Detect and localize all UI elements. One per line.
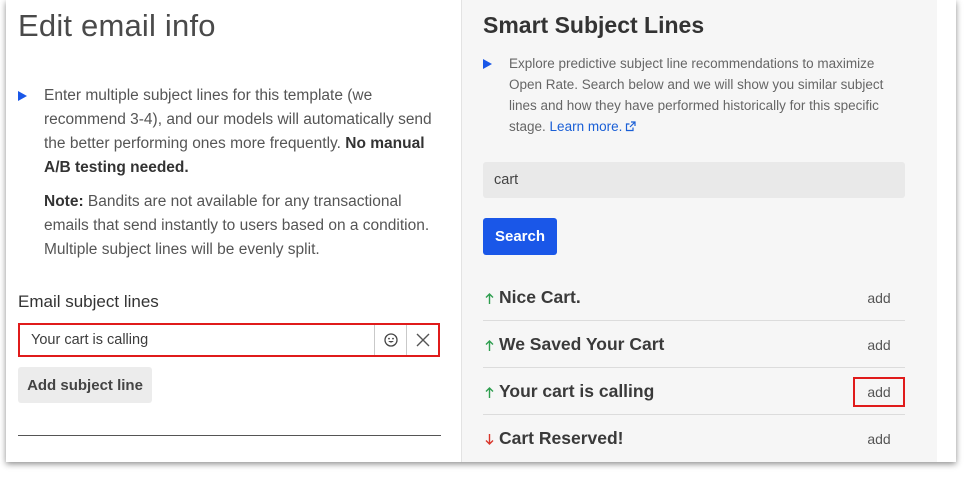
result-text: Nice Cart. bbox=[499, 287, 581, 307]
play-bullet-icon bbox=[18, 91, 27, 101]
arrow-down-icon bbox=[485, 434, 494, 445]
emoji-icon bbox=[383, 333, 398, 347]
close-icon bbox=[416, 333, 429, 347]
play-bullet-icon bbox=[483, 59, 492, 69]
note-paragraph: Note: Bandits are not available for any … bbox=[44, 190, 444, 262]
subject-lines-label: Email subject lines bbox=[18, 292, 159, 311]
add-button[interactable]: add bbox=[853, 283, 905, 313]
arrow-up-icon bbox=[485, 293, 494, 304]
search-input[interactable] bbox=[483, 162, 905, 198]
panel-title: Smart Subject Lines bbox=[483, 12, 705, 38]
smart-subject-lines-panel: Smart Subject Lines Explore predictive s… bbox=[461, 0, 938, 462]
section-divider bbox=[18, 435, 441, 436]
page-title: Edit email info bbox=[18, 8, 216, 43]
add-subject-line-button[interactable]: Add subject line bbox=[18, 367, 152, 403]
learn-more-link[interactable]: Learn more. bbox=[550, 119, 637, 134]
note-text: Bandits are not available for any transa… bbox=[44, 193, 430, 258]
subject-line-row bbox=[18, 323, 440, 357]
subject-line-input[interactable] bbox=[20, 325, 374, 355]
result-text: Your cart is calling bbox=[499, 381, 655, 401]
info-paragraph: Enter multiple subject lines for this te… bbox=[44, 84, 444, 180]
learn-more-label: Learn more. bbox=[549, 119, 623, 134]
result-text: We Saved Your Cart bbox=[499, 334, 665, 354]
add-button[interactable]: add bbox=[853, 330, 905, 360]
search-button[interactable]: Search bbox=[483, 218, 557, 255]
list-item: We Saved Your Cart add bbox=[483, 321, 905, 368]
results-list: Nice Cart. add We Saved Your Cart add Yo… bbox=[483, 274, 905, 462]
edit-email-panel: Edit email info Enter multiple subject l… bbox=[6, 0, 461, 462]
emoji-button[interactable] bbox=[374, 325, 406, 355]
arrow-up-icon bbox=[485, 387, 494, 398]
editor-window: Edit email info Enter multiple subject l… bbox=[6, 0, 956, 462]
list-item: Cart Reserved! add bbox=[483, 415, 905, 462]
note-label: Note: bbox=[44, 193, 84, 210]
window-edge bbox=[937, 0, 956, 462]
explore-description: Explore predictive subject line recommen… bbox=[509, 53, 894, 137]
remove-subject-button[interactable] bbox=[406, 325, 438, 355]
add-button[interactable]: add bbox=[853, 424, 905, 454]
add-button[interactable]: add bbox=[853, 377, 905, 407]
external-link-icon bbox=[626, 121, 636, 132]
arrow-up-icon bbox=[485, 340, 494, 351]
result-text: Cart Reserved! bbox=[499, 428, 624, 448]
list-item: Your cart is calling add bbox=[483, 368, 905, 415]
list-item: Nice Cart. add bbox=[483, 274, 905, 321]
